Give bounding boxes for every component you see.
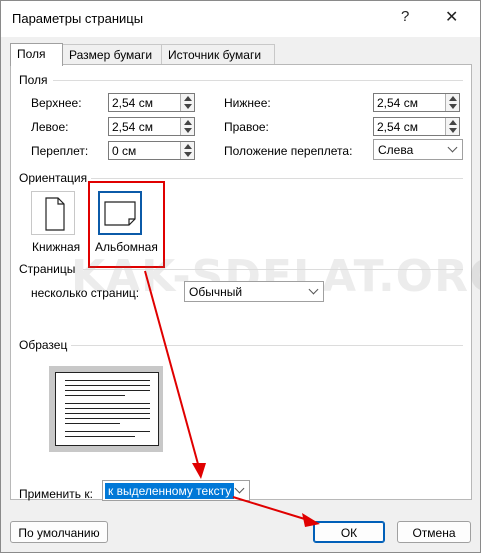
preview-divider (71, 345, 463, 346)
tab-margins-label: Поля (17, 47, 46, 61)
gutter-value: 0 см (112, 144, 137, 158)
multiple-pages-label: несколько страниц: (31, 286, 140, 300)
default-button-label: По умолчанию (18, 526, 100, 540)
spin-down-icon[interactable] (184, 104, 192, 109)
preview-line (65, 413, 150, 414)
ok-button[interactable]: ОК (313, 521, 385, 543)
gutter-spinner[interactable]: 0 см (108, 141, 195, 160)
multiple-pages-value: Обычный (189, 285, 243, 299)
orientation-section-label: Ориентация (19, 171, 88, 185)
spin-up-icon[interactable] (184, 96, 192, 101)
spin-down-icon[interactable] (184, 152, 192, 157)
chevron-down-icon (234, 483, 245, 494)
right-margin-label: Правое: (224, 120, 269, 134)
tab-paper-size-label: Размер бумаги (69, 48, 153, 62)
title-bar: Параметры страницы ? ✕ (1, 1, 480, 37)
multiple-pages-select[interactable]: Обычный (184, 281, 324, 302)
gutter-position-value: Слева (378, 143, 414, 157)
bottom-margin-value: 2,54 см (377, 96, 418, 110)
margins-section-label: Поля (19, 73, 48, 87)
close-icon[interactable]: ✕ (445, 7, 458, 27)
apply-to-value: к выделенному тексту (105, 483, 235, 499)
landscape-page-icon (104, 201, 136, 226)
spin-down-icon[interactable] (184, 128, 192, 133)
spin-up-icon[interactable] (184, 144, 192, 149)
preview-line (65, 408, 150, 409)
preview-line (65, 385, 150, 386)
bottom-margin-spinner[interactable]: 2,54 см (373, 93, 460, 112)
spin-up-icon[interactable] (449, 120, 457, 125)
preview-page (55, 372, 159, 446)
apply-to-select[interactable]: к выделенному тексту (102, 480, 250, 501)
top-margin-value: 2,54 см (112, 96, 153, 110)
pages-divider (83, 269, 463, 270)
preview-line (65, 390, 150, 391)
right-margin-value: 2,54 см (377, 120, 418, 134)
top-margin-label: Верхнее: (31, 96, 82, 110)
chevron-down-icon (447, 142, 458, 153)
preview-line (65, 431, 150, 432)
help-icon[interactable]: ? (401, 8, 409, 25)
gutter-position-select[interactable]: Слева (373, 139, 463, 160)
left-margin-value: 2,54 см (112, 120, 153, 134)
bottom-margin-label: Нижнее: (224, 96, 271, 110)
dialog-title: Параметры страницы (12, 11, 144, 26)
spin-up-icon[interactable] (449, 96, 457, 101)
tab-paper-source-label: Источник бумаги (168, 48, 262, 62)
preview-line (65, 403, 150, 404)
chevron-down-icon (308, 284, 319, 295)
apply-to-label: Применить к: (19, 487, 93, 501)
preview-line (65, 418, 150, 419)
right-margin-spinner[interactable]: 2,54 см (373, 117, 460, 136)
orientation-divider (91, 178, 463, 179)
default-button[interactable]: По умолчанию (10, 521, 108, 543)
spin-down-icon[interactable] (449, 104, 457, 109)
gutter-label: Переплет: (31, 144, 89, 158)
left-margin-spinner[interactable]: 2,54 см (108, 117, 195, 136)
preview-line (65, 423, 120, 424)
cancel-button[interactable]: Отмена (397, 521, 471, 543)
top-margin-spinner[interactable]: 2,54 см (108, 93, 195, 112)
gutter-position-label: Положение переплета: (224, 144, 353, 158)
portrait-button[interactable] (31, 191, 75, 235)
preview-line (65, 395, 125, 396)
tab-paper-source[interactable]: Источник бумаги (161, 44, 275, 66)
landscape-button[interactable] (98, 191, 142, 235)
spin-down-icon[interactable] (449, 128, 457, 133)
spin-up-icon[interactable] (184, 120, 192, 125)
page-setup-dialog: Параметры страницы ? ✕ Поля Размер бумаг… (0, 0, 481, 553)
preview-line (65, 380, 150, 381)
preview-line (65, 436, 135, 437)
left-margin-label: Левое: (31, 120, 69, 134)
cancel-button-label: Отмена (412, 526, 456, 540)
preview-section-label: Образец (19, 338, 68, 352)
margins-divider (53, 80, 463, 81)
tab-paper-size[interactable]: Размер бумаги (62, 44, 162, 66)
tab-margins[interactable]: Поля (10, 43, 63, 66)
pages-section-label: Страницы (19, 262, 76, 276)
portrait-page-icon (45, 197, 65, 231)
ok-button-label: ОК (340, 526, 358, 540)
